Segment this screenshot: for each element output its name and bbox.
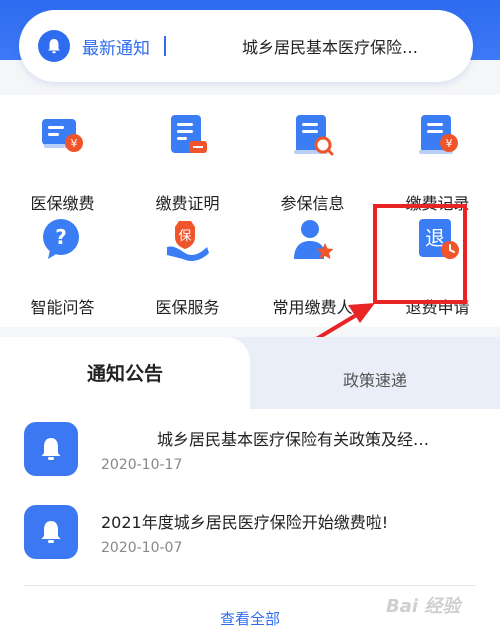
news-date: 2020-10-17	[101, 457, 183, 473]
person-star-icon	[294, 220, 334, 259]
document-yuan-icon: ¥	[419, 115, 458, 154]
service-label: 常用缴费人	[272, 298, 353, 317]
svg-text:?: ?	[55, 225, 67, 249]
service-label: 智能问答	[30, 298, 95, 317]
svg-text:¥: ¥	[71, 137, 78, 150]
divider	[24, 585, 476, 586]
svg-text:¥: ¥	[446, 137, 453, 150]
news-title: 2021年度城乡居民医疗保险开始缴费啦!	[101, 513, 389, 532]
notice-bar[interactable]: 最新通知 城乡居民基本医疗保险…	[19, 10, 473, 82]
list-item[interactable]: 2021年度城乡居民医疗保险开始缴费啦! 2020-10-07	[24, 505, 484, 565]
service-payment-certificate[interactable]: 缴费证明	[125, 113, 250, 213]
service-label: 缴费证明	[155, 194, 220, 213]
svg-text:保: 保	[178, 229, 191, 244]
hand-shield-icon: 保	[167, 221, 209, 261]
notice-divider	[164, 36, 166, 56]
list-item[interactable]: 城乡居民基本医疗保险有关政策及经… 2020-10-17	[24, 422, 484, 482]
card-yuan-icon: ¥	[42, 119, 83, 152]
question-bubble-icon: ?	[43, 219, 79, 259]
service-payment-records[interactable]: ¥ 缴费记录	[375, 113, 500, 213]
notice-title: 最新通知	[82, 38, 150, 59]
service-label: 医保缴费	[30, 194, 95, 213]
service-medical-payment[interactable]: ¥ 医保缴费	[0, 113, 125, 213]
notice-text[interactable]: 城乡居民基本医疗保险…	[242, 34, 442, 58]
service-frequent-payers[interactable]: 常用缴费人	[250, 217, 375, 317]
news-title: 城乡居民基本医疗保险有关政策及经…	[157, 430, 430, 449]
watermark-logo: Bai 经验	[386, 596, 461, 617]
bell-icon	[38, 30, 70, 62]
annotation-highlight-box	[373, 204, 467, 304]
service-smart-qa[interactable]: ? 智能问答	[0, 217, 125, 317]
bell-icon	[24, 422, 78, 476]
service-insurance-info[interactable]: 参保信息	[250, 113, 375, 213]
service-label: 参保信息	[280, 194, 345, 213]
tab-policy-label[interactable]: 政策速递	[250, 367, 500, 391]
document-card-icon	[171, 115, 207, 153]
bell-icon	[24, 505, 78, 559]
service-medical-services[interactable]: 保 医保服务	[125, 217, 250, 317]
tab-notices-label[interactable]: 通知公告	[0, 359, 250, 386]
document-search-icon	[294, 115, 334, 156]
service-label: 医保服务	[155, 298, 220, 317]
news-date: 2020-10-07	[101, 540, 183, 556]
